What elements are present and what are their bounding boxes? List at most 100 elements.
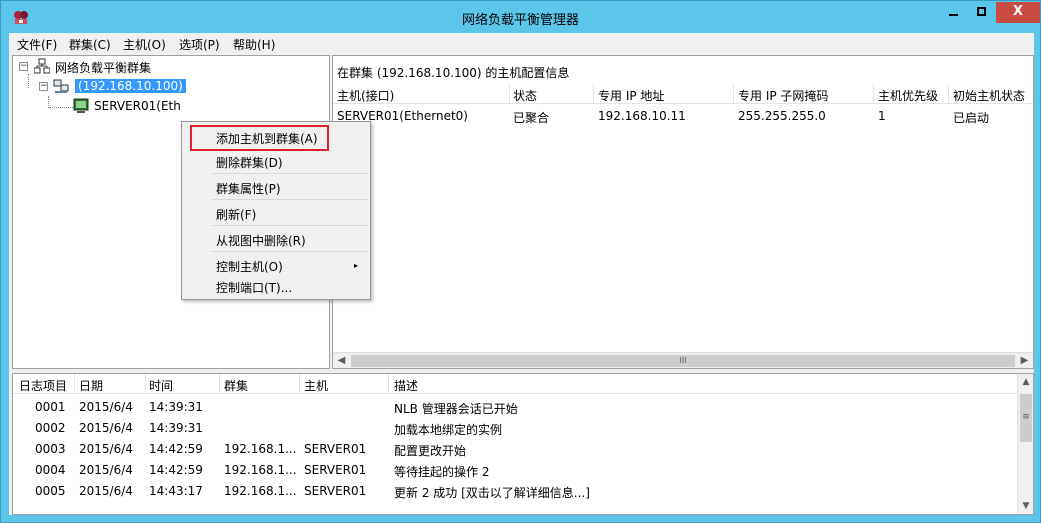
minimize-button[interactable]	[940, 2, 967, 23]
log-cell-description: 更新 2 成功 [双击以了解详细信息...]	[394, 486, 590, 500]
menu-item-refresh[interactable]: 刷新(F)	[216, 206, 256, 223]
log-cell-time: 14:42:59	[149, 442, 203, 456]
tree-host[interactable]: SERVER01(Eth	[17, 98, 317, 116]
log-column-entry[interactable]: 日志项目	[19, 377, 67, 394]
log-cell-date: 2015/6/4	[79, 463, 133, 477]
log-cell-date: 2015/6/4	[79, 484, 133, 498]
menu-options[interactable]: 选项(P)	[179, 36, 220, 53]
scroll-up-icon[interactable]: ▲	[1018, 374, 1034, 390]
log-cell-description: NLB 管理器会话已开始	[394, 402, 518, 416]
column-divider[interactable]	[873, 84, 874, 104]
host-cell-status: 已聚合	[513, 111, 550, 125]
menu-item-delete-cluster[interactable]: 删除群集(D)	[216, 154, 283, 171]
log-grid-header: 日志项目 日期 时间 群集 主机 描述	[13, 374, 1017, 394]
column-header-ip[interactable]: 专用 IP 地址	[598, 87, 664, 104]
column-divider[interactable]	[388, 374, 389, 394]
tree-root-label: 网络负载平衡群集	[55, 61, 152, 75]
nlb-manager-window: 网络负载平衡管理器 X 文件(F) 群集(C) 主机(O) 选项(P) 帮助(H…	[0, 0, 1041, 523]
log-column-host[interactable]: 主机	[304, 377, 328, 394]
log-pane: 日志项目 日期 时间 群集 主机 描述 0001 2015/6/4 14:39:…	[12, 373, 1034, 515]
host-cell-ip: 192.168.10.11	[598, 109, 686, 123]
log-cell-time: 14:43:17	[149, 484, 203, 498]
host-config-pane: 在群集 (192.168.10.100) 的主机配置信息 主机(接口) 状态 专…	[332, 55, 1034, 369]
scroll-thumb[interactable]: III	[351, 355, 1015, 367]
log-cell-entry: 0004	[35, 463, 66, 477]
log-cell-description: 配置更改开始	[394, 444, 467, 458]
column-divider[interactable]	[219, 374, 220, 394]
menu-separator	[212, 225, 368, 226]
column-header-host[interactable]: 主机(接口)	[337, 87, 394, 104]
column-header-status[interactable]: 状态	[513, 87, 537, 104]
collapse-toggle-icon[interactable]: −	[39, 82, 48, 91]
column-divider[interactable]	[593, 84, 594, 104]
menu-item-cluster-properties[interactable]: 群集属性(P)	[216, 180, 281, 197]
log-cell-cluster: 192.168.1...	[224, 484, 297, 498]
log-cell-entry: 0001	[35, 400, 66, 414]
host-grid-header: 主机(接口) 状态 专用 IP 地址 专用 IP 子网掩码 主机优先级 初始主机…	[333, 84, 1033, 104]
minimize-icon	[949, 14, 958, 16]
column-divider[interactable]	[948, 84, 949, 104]
menu-file[interactable]: 文件(F)	[17, 36, 57, 53]
log-cell-entry: 0002	[35, 421, 66, 435]
menu-item-remove-from-view[interactable]: 从视图中删除(R)	[216, 232, 306, 249]
menu-host[interactable]: 主机(O)	[123, 36, 166, 53]
tree-cluster-label: (192.168.10.100)	[75, 79, 186, 93]
tree-cluster[interactable]: − (192.168.10.100)	[17, 78, 317, 96]
menu-cluster[interactable]: 群集(C)	[69, 36, 111, 53]
log-cell-cluster: 192.168.1...	[224, 463, 297, 477]
menu-help[interactable]: 帮助(H)	[233, 36, 275, 53]
column-divider[interactable]	[733, 84, 734, 104]
log-column-cluster[interactable]: 群集	[224, 377, 248, 394]
log-cell-time: 14:42:59	[149, 463, 203, 477]
log-column-date[interactable]: 日期	[79, 377, 103, 394]
menu-separator	[212, 173, 368, 174]
scroll-right-icon[interactable]: ▶	[1016, 353, 1033, 369]
client-area: 文件(F) 群集(C) 主机(O) 选项(P) 帮助(H) − 网络负载平衡群集	[9, 33, 1034, 515]
log-column-description[interactable]: 描述	[394, 377, 418, 394]
log-cell-entry: 0003	[35, 442, 66, 456]
horizontal-scrollbar[interactable]: ◀ III ▶	[333, 352, 1033, 368]
close-button[interactable]: X	[996, 2, 1040, 23]
log-column-time[interactable]: 时间	[149, 377, 173, 394]
column-header-subnet[interactable]: 专用 IP 子网掩码	[738, 87, 828, 104]
menu-separator	[212, 199, 368, 200]
log-row[interactable]: 0005 2015/6/4 14:43:17 192.168.1... SERV…	[13, 478, 1017, 514]
host-config-header: 在群集 (192.168.10.100) 的主机配置信息	[337, 66, 570, 80]
log-cell-date: 2015/6/4	[79, 442, 133, 456]
menu-bar: 文件(F) 群集(C) 主机(O) 选项(P) 帮助(H)	[9, 33, 1034, 54]
column-header-priority[interactable]: 主机优先级	[878, 87, 938, 104]
menu-item-add-host[interactable]: 添加主机到群集(A)	[216, 130, 318, 147]
host-computer-icon	[73, 98, 89, 113]
log-cell-time: 14:39:31	[149, 421, 203, 435]
submenu-arrow-icon: ▸	[354, 261, 359, 270]
column-header-initial-state[interactable]: 初始主机状态	[953, 87, 1025, 104]
host-cell-initial-state: 已启动	[953, 111, 990, 125]
window-title: 网络负载平衡管理器	[461, 13, 579, 28]
scroll-down-icon[interactable]: ▼	[1018, 498, 1034, 514]
host-cell-priority: 1	[878, 109, 886, 123]
maximize-button[interactable]	[968, 2, 995, 23]
column-divider[interactable]	[145, 374, 146, 394]
log-cell-host: SERVER01	[304, 484, 367, 498]
menu-item-control-ports[interactable]: 控制端口(T)...	[216, 279, 292, 296]
close-icon: X	[1012, 4, 1024, 19]
column-divider[interactable]	[74, 374, 75, 394]
log-cell-date: 2015/6/4	[79, 421, 133, 435]
log-cell-entry: 0005	[35, 484, 66, 498]
scroll-thumb[interactable]: ≡	[1020, 394, 1032, 442]
menu-item-control-hosts[interactable]: 控制主机(O)	[216, 258, 283, 275]
vertical-scrollbar[interactable]: ▲ ≡ ▼	[1017, 374, 1033, 514]
column-divider[interactable]	[299, 374, 300, 394]
title-bar[interactable]: 网络负载平衡管理器 X	[1, 1, 1040, 33]
log-cell-cluster: 192.168.1...	[224, 442, 297, 456]
log-cell-host: SERVER01	[304, 463, 367, 477]
cluster-icon	[53, 79, 69, 93]
collapse-toggle-icon[interactable]: −	[19, 62, 28, 71]
log-cell-host: SERVER01	[304, 442, 367, 456]
menu-separator	[212, 251, 368, 252]
column-divider[interactable]	[509, 84, 510, 104]
tree-root[interactable]: − 网络负载平衡群集	[17, 58, 317, 76]
scroll-left-icon[interactable]: ◀	[333, 353, 350, 369]
log-cell-description: 加载本地绑定的实例	[394, 423, 503, 437]
log-cell-time: 14:39:31	[149, 400, 203, 414]
